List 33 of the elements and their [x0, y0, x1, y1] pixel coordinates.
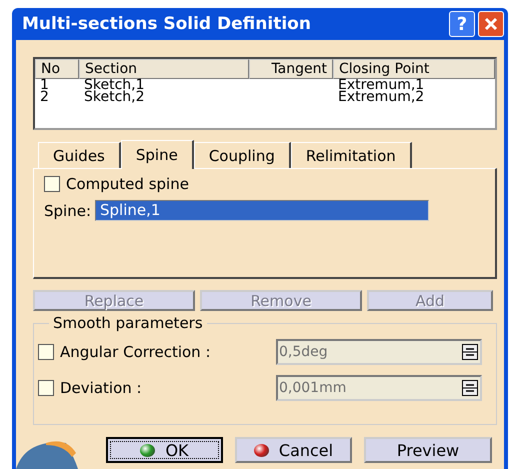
table-cell-text: 2 [39, 91, 50, 103]
dialog-button[interactable]: OK [106, 437, 223, 464]
dialog-button[interactable]: Preview [364, 437, 492, 464]
field-value: 0,001mm [278, 380, 346, 396]
tab[interactable]: Guides [38, 142, 121, 168]
table-cell-text: Sketch,1 [83, 79, 146, 91]
group-title: Smooth parameters [49, 314, 207, 332]
table-cell-text: Extremum,2 [337, 91, 426, 103]
column-header[interactable]: Section [79, 59, 249, 79]
help-button[interactable]: ? [449, 11, 475, 37]
dialog-button[interactable]: Cancel [235, 437, 352, 464]
table-cell-text: 1 [39, 79, 50, 91]
ball-icon [140, 444, 156, 457]
tab[interactable]: Relimitation [290, 142, 412, 168]
tab[interactable]: Spine [120, 140, 194, 170]
field-label: Spine: [44, 202, 91, 220]
column-header[interactable]: No [35, 59, 79, 79]
close-button[interactable] [478, 11, 504, 37]
globe-artwork [16, 441, 78, 469]
spine-field[interactable]: Spline,1 [95, 200, 429, 222]
table-cell-text: Extremum,1 [337, 79, 426, 91]
checkbox-label: Computed spine [66, 175, 189, 194]
checkbox-label: Angular Correction : [60, 343, 212, 362]
table-cell-text: Sketch,2 [83, 91, 146, 103]
checkbox-label: Deviation : [60, 379, 143, 398]
field-value: 0,5deg [278, 344, 328, 360]
window-title: Multi-sections Solid Definition [22, 14, 312, 34]
column-header[interactable]: Closing Point [333, 59, 495, 79]
close-icon [484, 17, 498, 31]
tab[interactable]: Coupling [194, 142, 291, 168]
checkbox[interactable] [44, 176, 60, 192]
column-header[interactable]: Tangent [249, 59, 333, 79]
ball-icon [254, 444, 269, 457]
